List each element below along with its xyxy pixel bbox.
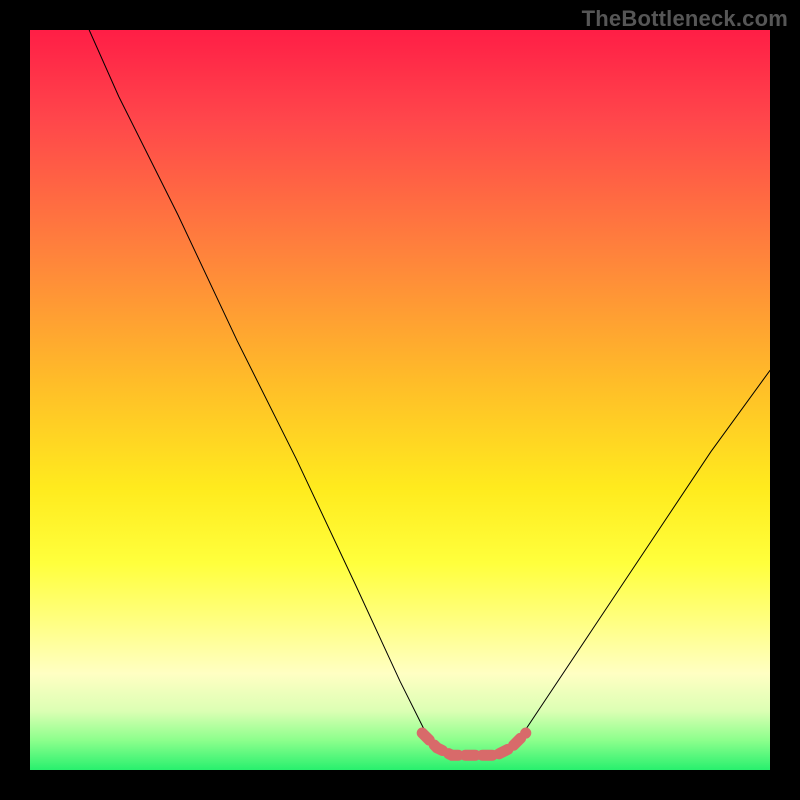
optimal-range-marker [422,733,526,755]
bottleneck-curve [89,30,770,755]
chart-frame [30,30,770,770]
watermark-text: TheBottleneck.com [582,6,788,32]
chart-svg [30,30,770,770]
